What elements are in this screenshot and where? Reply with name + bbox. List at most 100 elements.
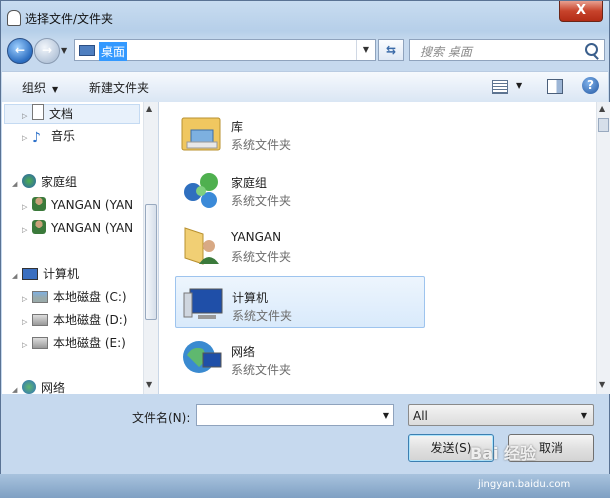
expand-icon[interactable]: ▷ [22,335,32,355]
expand-icon[interactable]: ▷ [22,106,32,126]
scroll-thumb[interactable] [598,118,609,132]
list-item-user-folder[interactable]: YANGAN 系统文件夹 [175,218,425,270]
tree-item-music[interactable]: ▷ ♪ 音乐 [22,126,75,146]
tree-item-network[interactable]: ◢ 网络 [12,378,65,394]
collapse-icon[interactable]: ◢ [12,266,22,286]
item-name: 家庭组 [231,176,268,190]
search-icon[interactable] [585,43,598,56]
tree-item-drive-d[interactable]: ▷ 本地磁盘 (D:) [22,310,127,330]
app-icon [7,10,21,26]
tree-label: 网络 [41,381,66,394]
scroll-down-icon[interactable]: ▼ [146,380,152,389]
new-folder-button[interactable]: 新建文件夹 [89,79,149,96]
tree-item-homegroup[interactable]: ◢ 家庭组 [12,172,77,192]
nav-scrollbar[interactable]: ▲ ▼ [143,102,158,394]
expand-icon[interactable]: ▷ [22,312,32,332]
address-dropdown-icon[interactable]: ▼ [356,40,375,60]
document-icon [32,104,44,120]
tree-item-drive-e[interactable]: ▷ 本地磁盘 (E:) [22,333,126,353]
collapse-icon[interactable]: ◢ [12,174,22,194]
chevron-down-icon[interactable]: ▼ [383,411,389,420]
music-icon: ♪ [32,130,41,146]
scroll-down-icon[interactable]: ▼ [599,380,605,389]
computer-icon [183,288,223,319]
tree-item-user-1[interactable]: ▷ YANGAN (YAN [22,195,133,215]
help-icon[interactable]: ? [582,77,599,94]
chevron-down-icon: ▼ [580,411,587,420]
collapse-icon[interactable]: ◢ [12,380,22,394]
window-title: 选择文件/文件夹 [25,12,114,26]
tree-label: 文档 [49,107,74,121]
list-item-library[interactable]: 库 系统文件夹 [175,106,425,158]
item-type: 系统文件夹 [231,194,292,208]
navigation-bar: ← → ▼ 桌面 ▼ ⇆ 搜索 桌面 [1,35,609,67]
expand-icon[interactable]: ▷ [22,289,32,309]
address-text[interactable]: 桌面 [99,42,128,61]
organize-button[interactable]: 组织 ▼ [22,79,58,96]
drive-icon [32,337,48,349]
network-icon [183,341,222,373]
view-options-icon[interactable] [492,80,508,94]
user-folder-icon [184,227,219,265]
drive-icon [32,291,48,303]
filename-label: 文件名(N): [132,411,191,425]
scroll-up-icon[interactable]: ▲ [599,104,605,113]
address-bar[interactable]: 桌面 ▼ [74,39,376,61]
user-icon [32,197,46,211]
filename-input[interactable]: ▼ [196,404,394,426]
file-type-select[interactable]: All ▼ [408,404,594,426]
list-item-network[interactable]: 网络 系统文件夹 [175,331,425,383]
watermark-logo: Bai 经验 [470,444,537,463]
item-type: 系统文件夹 [232,309,293,323]
tree-item-computer[interactable]: ◢ 计算机 [12,264,79,284]
tree-label: 本地磁盘 (E:) [53,336,126,350]
item-type: 系统文件夹 [231,363,292,377]
tree-item-drive-c[interactable]: ▷ 本地磁盘 (C:) [22,287,127,307]
tree-item-documents[interactable]: ▷ 文档 [22,104,73,124]
scroll-up-icon[interactable]: ▲ [146,104,152,113]
chevron-down-icon[interactable]: ▼ [516,81,522,90]
title-bar[interactable]: 选择文件/文件夹 X [1,1,609,35]
tree-label: 家庭组 [41,175,78,189]
item-name: 计算机 [232,291,269,305]
tree-label: 音乐 [51,129,76,143]
command-toolbar: 组织 ▼ 新建文件夹 ▼ ? [2,71,608,103]
refresh-button[interactable]: ⇆ [378,39,404,61]
item-type: 系统文件夹 [231,138,292,152]
expand-icon[interactable]: ▷ [22,220,32,240]
organize-label: 组织 [22,81,47,95]
back-button[interactable]: ← [7,38,33,64]
library-icon [181,117,221,151]
drive-icon [32,314,48,326]
watermark-url: jingyan.baidu.com [478,479,571,490]
network-icon [22,380,36,394]
item-name: YANGAN [231,230,282,244]
file-type-value: All [413,409,428,423]
tree-label: YANGAN (YAN [51,221,134,235]
list-item-computer[interactable]: 计算机 系统文件夹 [175,276,425,328]
item-type: 系统文件夹 [231,250,292,264]
chevron-down-icon: ▼ [52,85,59,94]
tree-label: 本地磁盘 (D:) [53,313,128,327]
tree-item-user-2[interactable]: ▷ YANGAN (YAN [22,218,133,238]
navigation-pane: ▷ 文档 ▷ ♪ 音乐 ◢ 家庭组 ▷ YANGAN (YAN ▷ YANGAN (YAN … [2,102,159,394]
tree-label: YANGAN (YAN [51,198,134,212]
close-button[interactable]: X [559,1,603,22]
computer-icon [22,268,38,280]
expand-icon[interactable]: ▷ [22,128,32,148]
scroll-thumb[interactable] [145,204,157,320]
file-list: 库 系统文件夹 家庭组 系统文件夹 YANGAN 系统文件夹 计算机 系统文件夹… [159,102,596,394]
forward-button[interactable]: → [34,38,60,64]
list-item-homegroup[interactable]: 家庭组 系统文件夹 [175,162,425,214]
history-dropdown-icon[interactable]: ▼ [61,46,67,55]
tree-label: 本地磁盘 (C:) [53,290,127,304]
item-name: 库 [231,120,244,134]
expand-icon[interactable]: ▷ [22,197,32,217]
preview-pane-icon[interactable] [547,79,563,94]
content-scrollbar[interactable]: ▲ ▼ [596,102,610,394]
search-input[interactable]: 搜索 桌面 [409,39,605,61]
homegroup-icon [184,173,218,208]
item-name: 网络 [231,345,256,359]
file-dialog-window: 选择文件/文件夹 X ← → ▼ 桌面 ▼ ⇆ 搜索 桌面 组织 ▼ 新建文件夹 … [0,0,610,498]
homegroup-icon [22,174,36,188]
